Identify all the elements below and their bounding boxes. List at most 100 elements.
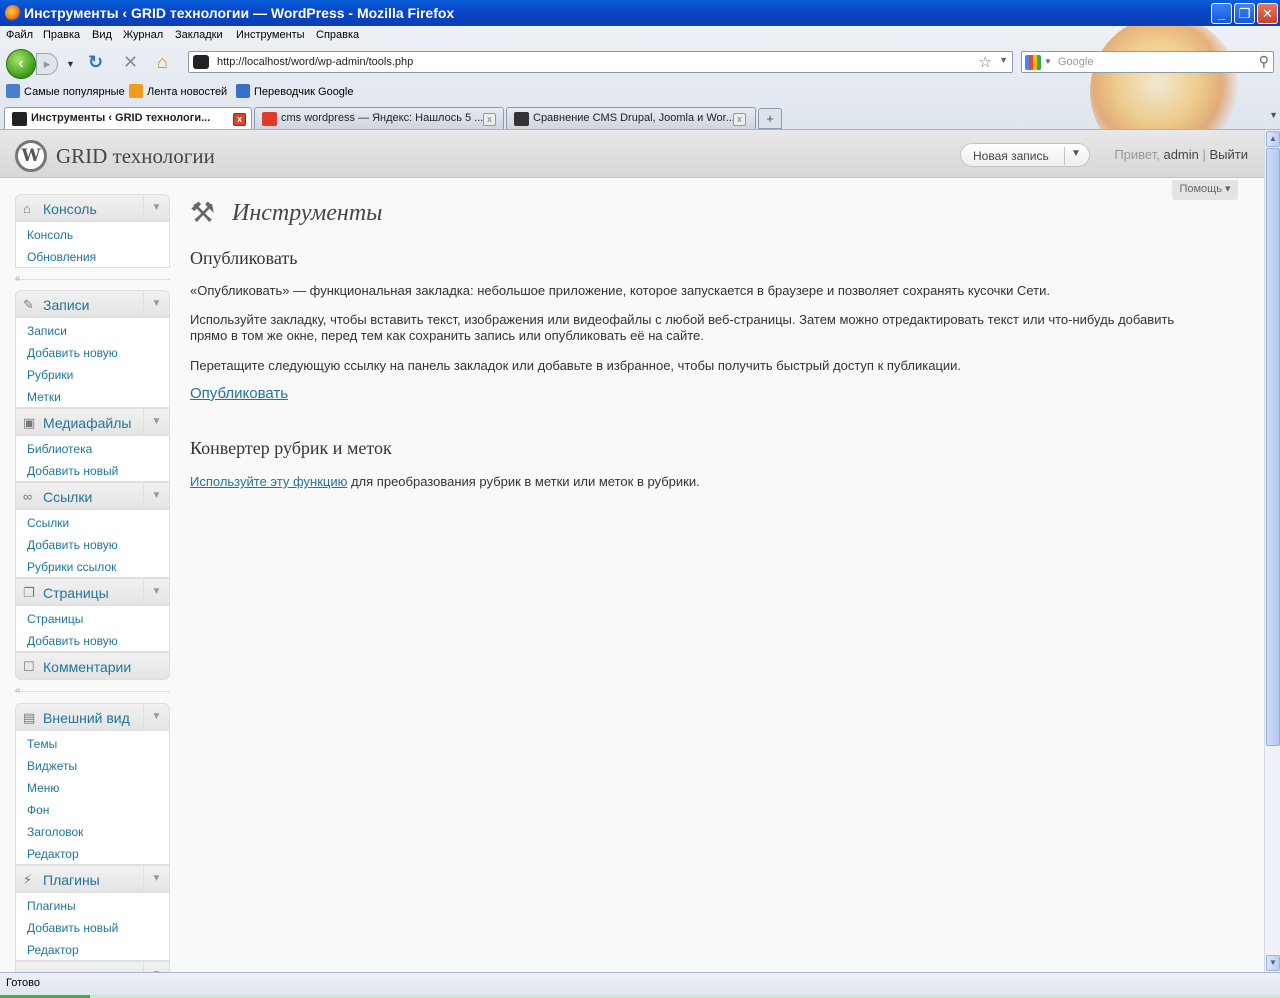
- chevron-down-icon[interactable]: ▼: [143, 291, 169, 317]
- scrollbar-thumb[interactable]: [1266, 148, 1280, 746]
- menu-plugins[interactable]: ⚡ Плагины ▼: [15, 865, 170, 893]
- tab-close-icon[interactable]: x: [483, 113, 496, 126]
- submenu-item[interactable]: Консоль: [27, 228, 73, 242]
- logout-link[interactable]: Выйти: [1210, 147, 1249, 162]
- vertical-scrollbar[interactable]: ▲ ▼: [1264, 130, 1280, 972]
- menu-label: Внешний вид: [43, 710, 130, 726]
- menu-next-partial[interactable]: ▼: [15, 961, 170, 972]
- new-post-button[interactable]: Новая запись: [973, 149, 1049, 163]
- back-button[interactable]: ‹: [6, 49, 36, 79]
- submenu-item[interactable]: Добавить новую: [27, 634, 118, 648]
- tab-tools[interactable]: Инструменты ‹ GRID технологи... x: [4, 107, 252, 129]
- submenu-item[interactable]: Страницы: [27, 612, 83, 626]
- chevron-down-icon[interactable]: ▼: [143, 483, 169, 509]
- search-bar[interactable]: ▼ Google ⚲: [1021, 51, 1274, 73]
- submenu-item[interactable]: Добавить новую: [27, 538, 118, 552]
- submenu-item[interactable]: Фон: [27, 803, 49, 817]
- maximize-button[interactable]: ❐: [1234, 3, 1255, 24]
- tab-yandex[interactable]: cms wordpress — Яндекс: Нашлось 5 ... x: [254, 107, 504, 129]
- divider: [1064, 147, 1065, 165]
- tab-close-icon[interactable]: x: [733, 113, 746, 126]
- menu-media[interactable]: ▣ Медиафайлы ▼: [15, 408, 170, 436]
- bookmark-folder-icon: [6, 84, 20, 98]
- tab-list-dropdown-icon[interactable]: ▼: [1269, 110, 1278, 120]
- submenu-item[interactable]: Обновления: [27, 250, 96, 264]
- tab-label: Инструменты ‹ GRID технологи...: [31, 112, 211, 124]
- submenu-item[interactable]: Добавить новую: [27, 346, 118, 360]
- menu-tools[interactable]: Инструменты: [236, 29, 305, 41]
- home-icon[interactable]: ⌂: [157, 52, 168, 72]
- menu-dashboard[interactable]: ⌂ Консоль ▼: [15, 194, 170, 222]
- menu-view[interactable]: Вид: [92, 29, 112, 41]
- forward-button[interactable]: ▸: [36, 53, 58, 75]
- site-favicon-icon: [514, 112, 529, 126]
- bookmark-most-visited[interactable]: Самые популярные: [6, 84, 125, 98]
- minimize-button[interactable]: _: [1211, 3, 1232, 24]
- menu-help[interactable]: Справка: [316, 29, 359, 41]
- url-dropdown-icon[interactable]: ▼: [999, 55, 1008, 65]
- scroll-down-icon[interactable]: ▼: [1266, 955, 1280, 971]
- submenu-pages: Страницы Добавить новую: [15, 606, 170, 652]
- submenu-item[interactable]: Редактор: [27, 847, 79, 861]
- chevron-down-icon[interactable]: ▼: [143, 962, 169, 972]
- tab-close-icon[interactable]: x: [233, 113, 246, 126]
- menu-comments[interactable]: ☐ Комментарии: [15, 652, 170, 680]
- menu-edit[interactable]: Правка: [43, 29, 80, 41]
- bookmark-news-feed[interactable]: Лента новостей: [129, 84, 227, 98]
- menu-posts[interactable]: ✎ Записи ▼: [15, 290, 170, 318]
- chevron-down-icon[interactable]: ▼: [143, 409, 169, 435]
- collapse-icon[interactable]: «: [15, 273, 21, 284]
- menu-label: Плагины: [43, 872, 100, 888]
- submenu-item[interactable]: Меню: [27, 781, 59, 795]
- site-name[interactable]: GRID технологии: [56, 144, 215, 169]
- site-favicon-icon: [193, 55, 209, 69]
- press-this-bookmarklet-link[interactable]: Опубликовать: [190, 385, 288, 402]
- submenu-item[interactable]: Редактор: [27, 943, 79, 957]
- menu-appearance[interactable]: ▤ Внешний вид ▼: [15, 703, 170, 731]
- tab-cms-comparison[interactable]: Сравнение CMS Drupal, Joomla и Wor... x: [506, 107, 756, 129]
- converter-link[interactable]: Используйте эту функцию: [190, 474, 347, 489]
- collapse-icon[interactable]: «: [15, 685, 21, 696]
- bookmark-star-icon[interactable]: ☆: [979, 53, 992, 71]
- menu-bookmarks[interactable]: Закладки: [175, 29, 223, 41]
- menu-pages[interactable]: ❐ Страницы ▼: [15, 578, 170, 606]
- search-engine-dropdown-icon[interactable]: ▼: [1044, 57, 1052, 66]
- history-dropdown-icon[interactable]: ▼: [66, 54, 75, 74]
- bookmark-label: Самые популярные: [24, 86, 125, 98]
- bookmark-google-translate[interactable]: Переводчик Google: [236, 84, 354, 98]
- close-window-button[interactable]: ✕: [1257, 3, 1278, 24]
- site-favicon-icon: [12, 112, 27, 126]
- search-magnifier-icon[interactable]: ⚲: [1259, 53, 1269, 70]
- chevron-down-icon[interactable]: ▼: [143, 195, 169, 221]
- submenu-item[interactable]: Добавить новый: [27, 921, 118, 935]
- help-tab[interactable]: Помощь ▾: [1172, 180, 1238, 200]
- submenu-item[interactable]: Заголовок: [27, 825, 83, 839]
- stop-icon[interactable]: ✕: [123, 52, 138, 72]
- submenu-item[interactable]: Ссылки: [27, 516, 69, 530]
- new-tab-button[interactable]: +: [758, 108, 782, 129]
- submenu-item[interactable]: Плагины: [27, 899, 76, 913]
- submenu-item[interactable]: Виджеты: [27, 759, 77, 773]
- menu-file[interactable]: Файл: [6, 29, 33, 41]
- chevron-down-icon[interactable]: ▼: [143, 579, 169, 605]
- menu-links[interactable]: ∞ Ссылки ▼: [15, 482, 170, 510]
- wp-header: W GRID технологии Новая запись ▼ Привет,…: [0, 130, 1264, 178]
- submenu-item[interactable]: Добавить новый: [27, 464, 118, 478]
- chevron-down-icon[interactable]: ▼: [143, 866, 169, 892]
- favorite-actions[interactable]: Новая запись ▼: [960, 143, 1090, 167]
- google-icon[interactable]: [1025, 55, 1041, 70]
- submenu-item[interactable]: Библиотека: [27, 442, 92, 456]
- submenu-item[interactable]: Метки: [27, 390, 61, 404]
- submenu-item[interactable]: Темы: [27, 737, 57, 751]
- submenu-item[interactable]: Рубрики: [27, 368, 73, 382]
- user-profile-link[interactable]: admin: [1163, 147, 1198, 162]
- url-bar[interactable]: http://localhost/word/wp-admin/tools.php…: [188, 51, 1013, 73]
- reload-icon[interactable]: ↻: [88, 52, 103, 72]
- submenu-item[interactable]: Записи: [27, 324, 67, 338]
- chevron-down-icon[interactable]: ▼: [1071, 148, 1081, 159]
- menu-history[interactable]: Журнал: [123, 29, 163, 41]
- submenu-item[interactable]: Рубрики ссылок: [27, 560, 116, 574]
- chevron-down-icon[interactable]: ▼: [143, 704, 169, 730]
- scroll-up-icon[interactable]: ▲: [1266, 131, 1280, 147]
- menu-separator: «: [15, 273, 170, 284]
